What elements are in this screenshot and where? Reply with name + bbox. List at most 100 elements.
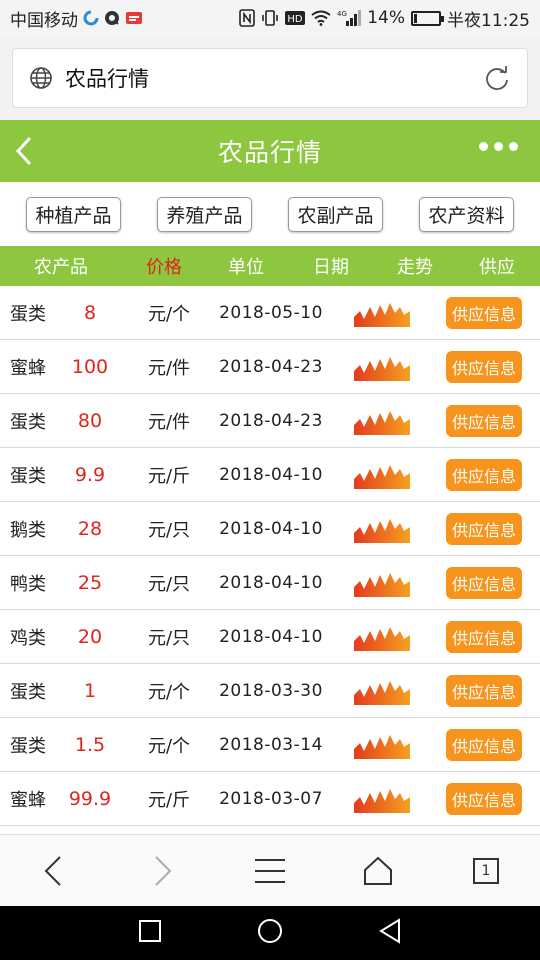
chevron-right-icon [155, 855, 172, 886]
home-icon [364, 856, 392, 885]
browser-app-icon [104, 10, 120, 26]
product-unit: 元/只 [147, 573, 191, 595]
product-name: 蛋类 [10, 411, 46, 433]
product-date: 2018-04-23 [219, 410, 323, 431]
category-byproducts[interactable]: 农副产品 [288, 196, 383, 232]
product-name: 蜜蜂 [10, 357, 46, 379]
status-right: HD 4G 14% 半夜11:25 [239, 6, 530, 31]
supply-info-button[interactable]: 供应信息 [445, 404, 522, 437]
category-materials[interactable]: 农产资料 [419, 196, 514, 232]
product-date: 2018-04-10 [219, 572, 323, 593]
table-row[interactable]: 鸭类 25 元/只 2018-04-10 供应信息 [0, 556, 540, 610]
trend-button[interactable] [336, 299, 428, 327]
supply-info-button[interactable]: 供应信息 [445, 350, 522, 383]
supply-info-button[interactable]: 供应信息 [445, 296, 522, 329]
trend-button[interactable] [336, 353, 428, 381]
svg-text:HD: HD [288, 14, 304, 25]
supply-info-button[interactable]: 供应信息 [445, 512, 522, 545]
product-date: 2018-04-10 [219, 464, 323, 485]
system-back-button[interactable] [378, 918, 402, 948]
product-price: 25 [77, 571, 103, 594]
column-header-date: 日期 [313, 257, 349, 278]
product-name: 蛋类 [10, 735, 46, 757]
product-date: 2018-03-14 [219, 734, 323, 755]
trend-chart-icon [354, 302, 410, 327]
browser-tabs-button[interactable]: 1 [461, 846, 511, 896]
browser-menu-button[interactable] [245, 846, 295, 896]
chevron-left-icon [44, 855, 61, 886]
product-price: 20 [77, 625, 103, 648]
supply-info-button[interactable]: 供应信息 [445, 458, 522, 491]
product-name: 蛋类 [10, 681, 46, 703]
trend-button[interactable] [336, 407, 428, 435]
product-date: 2018-04-10 [219, 626, 323, 647]
product-price: 80 [77, 409, 103, 432]
home-button[interactable] [257, 918, 283, 948]
column-header-product: 农产品 [34, 257, 88, 278]
system-nav-bar [0, 906, 540, 960]
hd-icon: HD [285, 10, 306, 26]
product-price: 99.9 [68, 787, 112, 810]
triangle-back-icon [379, 918, 401, 944]
column-header-unit: 单位 [228, 257, 264, 278]
trend-chart-icon [354, 410, 410, 435]
trend-chart-icon [354, 356, 410, 381]
table-row[interactable]: 蜜蜂 100 元/件 2018-04-23 供应信息 [0, 340, 540, 394]
status-bar: 中国移动 HD 4G 14% 半夜11:25 [0, 0, 540, 36]
product-name: 鸡类 [10, 627, 46, 649]
product-name: 蜜蜂 [10, 789, 46, 811]
product-price: 1 [83, 679, 97, 702]
table-row[interactable]: 鹅类 28 元/只 2018-04-10 供应信息 [0, 502, 540, 556]
table-row[interactable]: 蜜蜂 99.9 元/斤 2018-03-07 供应信息 [0, 772, 540, 826]
category-breeding[interactable]: 养殖产品 [157, 196, 252, 232]
table-row[interactable]: 蛋类 8 元/个 2018-05-10 供应信息 [0, 286, 540, 340]
browser-back-button[interactable] [29, 846, 79, 896]
refresh-icon[interactable] [483, 64, 511, 92]
hamburger-menu-icon [255, 858, 285, 883]
trend-button[interactable] [336, 515, 428, 543]
table-row[interactable]: 鸡类 20 元/只 2018-04-10 供应信息 [0, 610, 540, 664]
product-price: 9.9 [74, 463, 106, 486]
trend-chart-icon [354, 572, 410, 597]
tab-count: 1 [473, 857, 499, 884]
column-header-trend: 走势 [397, 257, 433, 278]
table-row[interactable]: 蛋类 9.9 元/斤 2018-04-10 供应信息 [0, 448, 540, 502]
supply-info-button[interactable]: 供应信息 [445, 782, 522, 815]
address-bar[interactable]: 农品行情 [12, 48, 528, 108]
nfc-icon [239, 9, 256, 27]
table-header: 农产品 价格 单位 日期 走势 供应 [0, 246, 540, 286]
svg-text:4G: 4G [337, 10, 347, 18]
supply-info-button[interactable]: 供应信息 [445, 566, 522, 599]
trend-button[interactable] [336, 785, 428, 813]
trend-button[interactable] [336, 569, 428, 597]
price-list[interactable]: 蛋类 8 元/个 2018-05-10 供应信息 蜜蜂 100 元/件 2018-04-23 供应… [0, 286, 540, 834]
supply-info-button[interactable]: 供应信息 [445, 728, 522, 761]
product-price: 28 [77, 517, 103, 540]
trend-button[interactable] [336, 623, 428, 651]
browser-address-area: 农品行情 [0, 36, 540, 120]
trend-button[interactable] [336, 677, 428, 705]
more-menu-button[interactable] [479, 142, 518, 151]
back-button[interactable] [10, 134, 40, 168]
trend-button[interactable] [336, 731, 428, 759]
supply-info-button[interactable]: 供应信息 [445, 674, 522, 707]
browser-home-button[interactable] [353, 846, 403, 896]
product-unit: 元/个 [147, 735, 191, 757]
dot-icon [479, 142, 488, 151]
category-bar: 种植产品 养殖产品 农副产品 农产资料 [0, 182, 540, 246]
category-planting[interactable]: 种植产品 [26, 196, 121, 232]
trend-button[interactable] [336, 461, 428, 489]
page-title: 农品行情 [217, 138, 322, 167]
table-row[interactable]: 蛋类 1.5 元/个 2018-03-14 供应信息 [0, 718, 540, 772]
recents-button[interactable] [138, 919, 162, 947]
vibrate-icon [261, 9, 279, 27]
supply-info-button[interactable]: 供应信息 [445, 620, 522, 653]
product-date: 2018-03-30 [219, 680, 323, 701]
browser-forward-button[interactable] [137, 846, 187, 896]
product-name: 蛋类 [10, 303, 46, 325]
product-price: 8 [83, 301, 97, 324]
trend-chart-icon [354, 734, 410, 759]
table-row[interactable]: 蛋类 1 元/个 2018-03-30 供应信息 [0, 664, 540, 718]
table-row[interactable]: 蛋类 80 元/件 2018-04-23 供应信息 [0, 394, 540, 448]
trend-chart-icon [354, 626, 410, 651]
